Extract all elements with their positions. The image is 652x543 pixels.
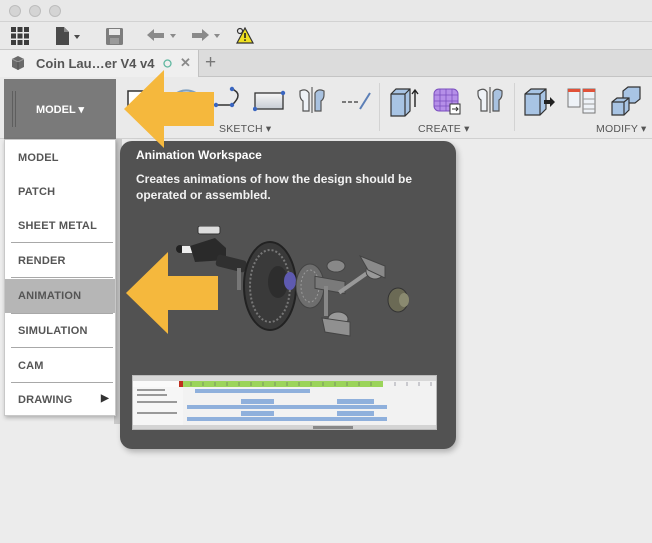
animation-timeline-preview [132, 375, 437, 430]
rectangle-button[interactable] [252, 85, 286, 115]
cube-icon [11, 56, 25, 70]
title-bar [0, 0, 652, 22]
mirror-icon [299, 87, 325, 113]
mirror-body-icon [477, 87, 503, 113]
annotation-arrow-icon [126, 252, 218, 334]
menu-item-model[interactable]: MODEL [5, 141, 115, 175]
ribbon-separator [379, 83, 380, 131]
modify-group-menu[interactable]: MODIFY ▾ [596, 123, 646, 135]
menu-item-patch[interactable]: PATCH [5, 175, 115, 209]
menu-item-render[interactable]: RENDER [5, 244, 115, 278]
ribbon-separator [514, 83, 515, 131]
floppy-disk-icon [106, 27, 123, 45]
menu-item-simulation[interactable]: SIMULATION [5, 314, 115, 348]
form-grid-icon [433, 88, 461, 115]
submenu-arrow-icon: ▶ [101, 393, 109, 404]
save-button[interactable] [106, 27, 123, 45]
create-mirror-button[interactable] [475, 85, 505, 115]
menu-divider [11, 347, 113, 348]
redo-button[interactable] [190, 27, 222, 45]
close-window-button[interactable] [9, 5, 21, 17]
zoom-window-button[interactable] [49, 5, 61, 17]
press-pull-icon [524, 88, 555, 116]
menu-item-animation[interactable]: ANIMATION [5, 279, 115, 313]
menu-item-label: CAM [18, 360, 44, 372]
circle-status-icon [163, 59, 172, 68]
toolbar-ribbon: MODEL ▾ SKETCH ▾ CREATE ▾ MODIFY ▾ [0, 77, 652, 139]
tooltip-description: Creates animations of how the design sho… [136, 172, 413, 202]
tooltip-title: Animation Workspace [136, 148, 262, 162]
annotation-arrow-icon [124, 70, 214, 148]
warning-button[interactable] [236, 27, 254, 45]
fillet-icon [567, 88, 596, 114]
workspace-menu: MODEL PATCH SHEET METAL RENDER ANIMATION… [4, 139, 116, 416]
document-tab-bar: Coin Lau…er V4 v4 ✕ + [0, 50, 652, 77]
menu-item-label: MODEL [18, 152, 59, 164]
menu-divider [11, 277, 113, 278]
document-icon [56, 27, 80, 45]
menu-item-label: SIMULATION [18, 325, 88, 337]
menu-item-label: SHEET METAL [18, 220, 97, 232]
press-pull-button[interactable] [522, 85, 555, 116]
menu-item-label: RENDER [18, 255, 66, 267]
quick-access-toolbar [0, 22, 652, 50]
menu-item-label: DRAWING [18, 394, 73, 406]
timeline-thumbnail [133, 376, 436, 429]
create-group-menu[interactable]: CREATE ▾ [418, 123, 470, 135]
undo-arrow-icon [147, 29, 176, 41]
form-button[interactable] [432, 85, 462, 115]
menu-item-drawing[interactable]: DRAWING ▶ [5, 383, 115, 417]
combine-icon [611, 86, 641, 116]
rectangle-icon [252, 90, 286, 112]
workspace-button-label: MODEL ▾ [35, 103, 85, 116]
data-panel-button[interactable] [11, 27, 29, 45]
sketch-group-menu[interactable]: SKETCH ▾ [219, 123, 271, 135]
file-menu-button[interactable] [55, 27, 81, 45]
warning-triangle-icon [236, 27, 254, 44]
menu-item-label: PATCH [18, 186, 56, 198]
grip-handle [12, 91, 16, 127]
mirror-button[interactable] [297, 85, 327, 115]
workspace-switcher-button[interactable]: MODEL ▾ [4, 79, 116, 139]
grid-icon [11, 27, 29, 45]
extrude-icon [390, 88, 419, 117]
combine-button[interactable] [610, 85, 641, 116]
redo-arrow-icon [192, 29, 220, 41]
construction-line-icon [342, 92, 371, 110]
fillet-button[interactable] [566, 85, 596, 115]
extrude-button[interactable] [388, 85, 419, 117]
menu-divider [11, 242, 113, 243]
minimize-window-button[interactable] [29, 5, 41, 17]
menu-item-sheet-metal[interactable]: SHEET METAL [5, 209, 115, 243]
construction-line-button[interactable] [340, 85, 371, 115]
menu-item-label: ANIMATION [18, 290, 82, 302]
undo-button[interactable] [146, 27, 178, 45]
menu-item-cam[interactable]: CAM [5, 349, 115, 383]
